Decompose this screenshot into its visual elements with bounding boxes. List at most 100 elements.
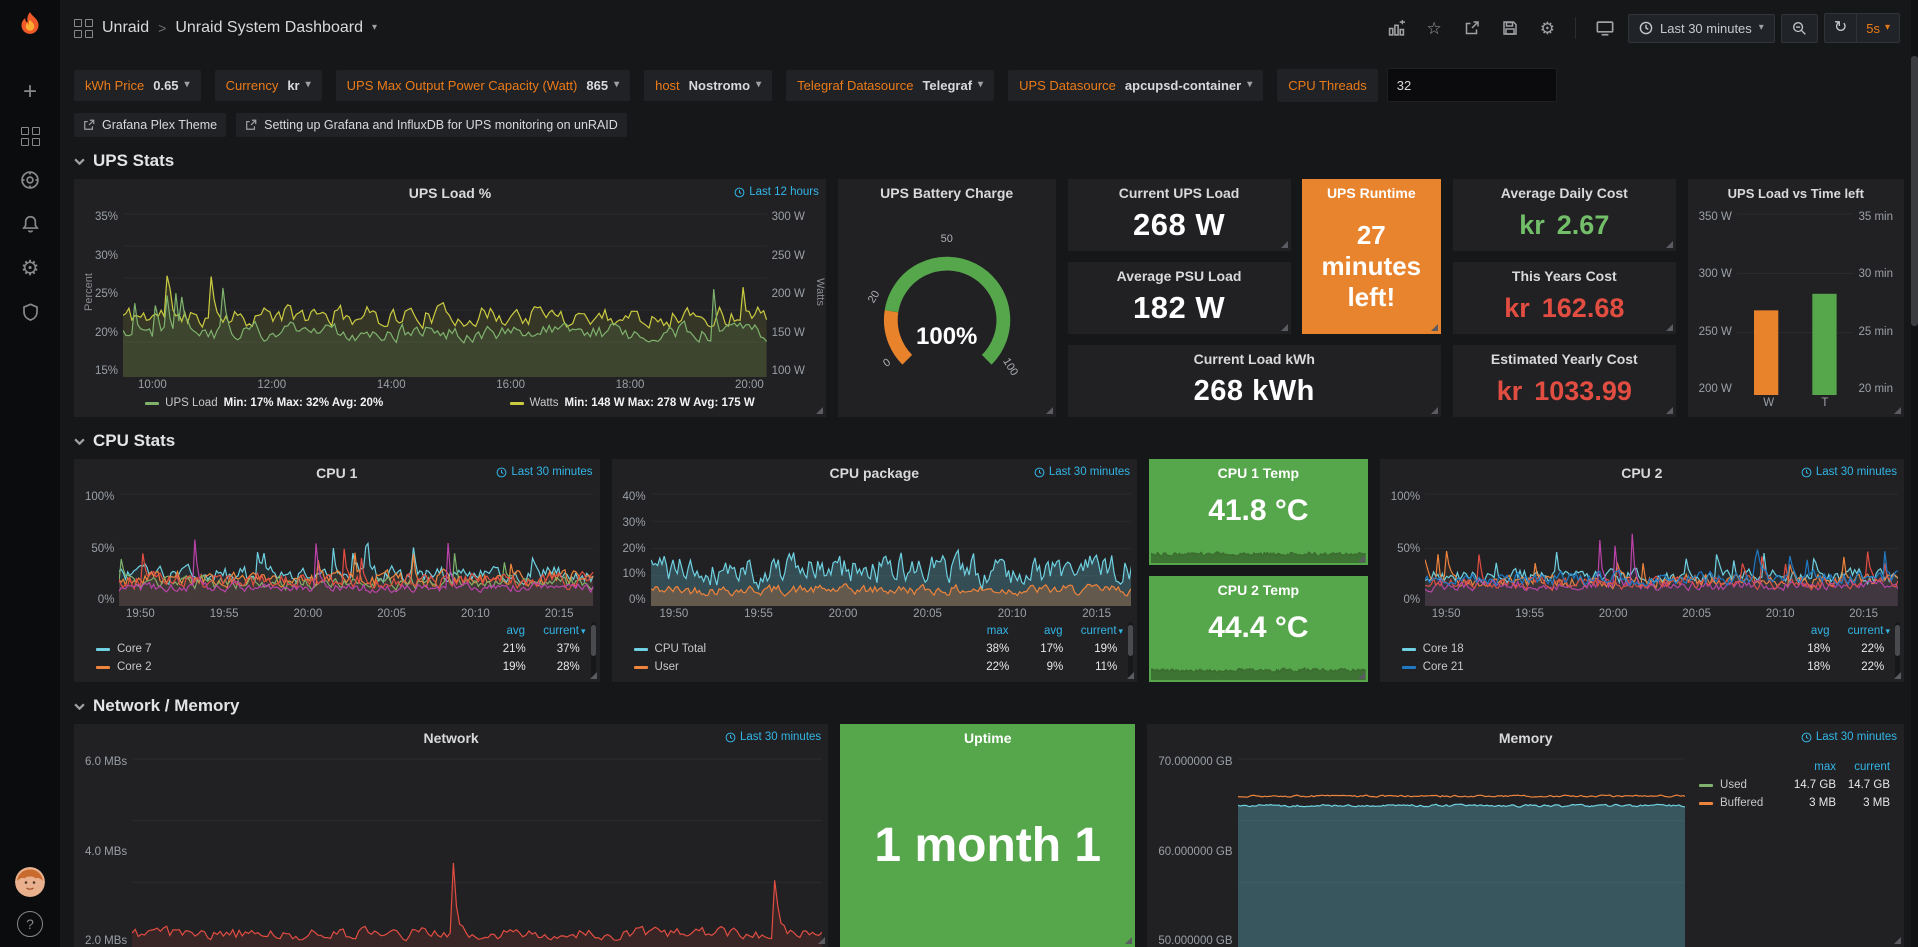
time-badge[interactable]: Last 30 minutes	[496, 466, 592, 478]
panel-header[interactable]: UPS Load % Last 12 hours	[74, 179, 826, 207]
panel-ups-runtime: UPS Runtime 27 minutes left!	[1302, 179, 1441, 334]
panel-cpu-package: CPU package Last 30 minutes 40%30%20%10%…	[612, 459, 1138, 682]
panel-header[interactable]: Memory Last 30 minutes	[1147, 724, 1904, 752]
configuration-gear-icon[interactable]: ⚙	[8, 246, 52, 290]
legend-series[interactable]: Used	[1699, 779, 1782, 791]
stat-value: 268 W	[1133, 207, 1225, 243]
legend-series[interactable]: Core 18	[1402, 643, 1777, 655]
panel-header[interactable]: Current UPS Load	[1068, 179, 1291, 207]
legend-sort-current[interactable]: current	[1063, 625, 1117, 637]
cpu-threads-input[interactable]	[1387, 68, 1557, 102]
dashboard-settings-gear-icon[interactable]: ⚙	[1532, 15, 1563, 42]
legend-sort-avg[interactable]: avg	[1009, 625, 1063, 637]
panel-header[interactable]: CPU 2 Last 30 minutes	[1380, 459, 1904, 487]
legend-row: Core 7 21%37%▾	[96, 640, 586, 658]
time-badge[interactable]: Last 30 minutes	[1034, 466, 1130, 478]
stat-value: kr1033.99	[1497, 376, 1632, 407]
refresh-interval-button[interactable]: 5s ▾	[1857, 14, 1899, 42]
panel-header[interactable]: CPU package Last 30 minutes	[612, 459, 1138, 487]
refresh-interval-label: 5s	[1866, 21, 1880, 36]
legend-sort-current[interactable]: current	[525, 625, 579, 637]
breadcrumb-folder[interactable]: Unraid	[102, 19, 149, 37]
memory-chart[interactable]	[1238, 756, 1685, 947]
cpu1-chart[interactable]	[119, 491, 593, 606]
time-badge[interactable]: Last 30 minutes	[725, 731, 821, 743]
variable-ups-max-output[interactable]: UPS Max Output Power Capacity (Watt) 865…	[336, 70, 630, 101]
legend-sort-current[interactable]: current	[1829, 625, 1883, 637]
cpu-package-chart[interactable]	[651, 491, 1132, 606]
row-toggle-ups-stats[interactable]: UPS Stats	[60, 137, 1918, 179]
time-range-picker[interactable]: Last 30 minutes ▾	[1628, 14, 1775, 43]
y-axis-left: 40%30%20%10%0%	[618, 491, 651, 606]
chevron-down-icon[interactable]: ▾	[372, 23, 377, 33]
legend-series-watts[interactable]: Watts Min: 148 W Max: 278 W Avg: 175 W	[510, 397, 755, 409]
panel-header[interactable]: Network Last 30 minutes	[74, 724, 828, 752]
network-chart[interactable]	[132, 756, 822, 947]
cpu2-chart[interactable]	[1425, 491, 1898, 606]
legend-series[interactable]: Core 2	[96, 661, 472, 673]
dashboard-link[interactable]: Setting up Grafana and InfluxDB for UPS …	[236, 113, 627, 137]
legend-scrollbar[interactable]	[1128, 622, 1133, 678]
legend-series-ups-load[interactable]: UPS Load Min: 17% Max: 32% Avg: 20%	[145, 397, 383, 409]
legend-scrollbar[interactable]	[1895, 622, 1900, 678]
star-icon[interactable]: ☆	[1419, 15, 1450, 42]
row-toggle-cpu-stats[interactable]: CPU Stats	[60, 417, 1918, 459]
ups-load-chart[interactable]	[123, 211, 767, 377]
panel-header[interactable]: UPS Runtime	[1302, 179, 1441, 207]
variable-kwh-price[interactable]: kWh Price 0.65▾	[74, 70, 201, 101]
chevron-down-icon: ▾	[185, 80, 190, 90]
legend-sort-max[interactable]: max	[955, 625, 1009, 637]
add-panel-icon[interactable]	[1380, 15, 1413, 42]
legend-sort-avg[interactable]: avg	[1775, 625, 1829, 637]
chevron-down-icon: ▾	[756, 80, 761, 90]
page-scrollbar[interactable]	[1911, 0, 1918, 947]
legend-series[interactable]: Core 7	[96, 643, 472, 655]
time-badge[interactable]: Last 30 minutes	[1801, 466, 1897, 478]
explore-compass-icon[interactable]	[8, 158, 52, 202]
panel-header[interactable]: Average PSU Load	[1068, 262, 1291, 290]
legend-series[interactable]: Core 21	[1402, 661, 1777, 673]
legend-sort-max[interactable]: max	[1782, 761, 1836, 773]
help-icon[interactable]: ?	[17, 911, 43, 937]
grafana-logo-icon[interactable]	[13, 10, 47, 44]
variable-host[interactable]: host Nostromo▾	[644, 70, 772, 101]
dashboard-link[interactable]: Grafana Plex Theme	[74, 113, 226, 137]
row-toggle-network-memory[interactable]: Network / Memory	[60, 682, 1918, 724]
panel-header[interactable]: CPU 2 Temp	[1149, 576, 1368, 604]
user-avatar[interactable]	[15, 867, 45, 897]
breadcrumb-dashboard-title[interactable]: Unraid System Dashboard	[175, 19, 363, 37]
load-vs-time-chart[interactable]	[1737, 211, 1854, 395]
legend-sort-avg[interactable]: avg	[471, 625, 525, 637]
share-icon[interactable]	[1456, 15, 1488, 41]
panel-header[interactable]: Estimated Yearly Cost	[1453, 345, 1676, 373]
time-badge[interactable]: Last 12 hours	[734, 186, 819, 198]
panel-header[interactable]: Current Load kWh	[1068, 345, 1441, 373]
battery-gauge[interactable]: 0 20 50 100 100%	[862, 235, 1032, 395]
panel-header[interactable]: CPU 1 Temp	[1149, 459, 1368, 487]
legend-scrollbar[interactable]	[591, 622, 596, 678]
panel-header[interactable]: This Years Cost	[1453, 262, 1676, 290]
tv-kiosk-icon[interactable]	[1588, 14, 1622, 42]
variable-currency[interactable]: Currency kr▾	[215, 70, 322, 101]
zoom-out-button[interactable]	[1781, 14, 1818, 43]
variable-telegraf-datasource[interactable]: Telegraf Datasource Telegraf▾	[786, 70, 994, 101]
y-axis-title-left: Percent	[83, 273, 95, 311]
legend-series[interactable]: Buffered	[1699, 797, 1782, 809]
add-icon[interactable]: +	[8, 70, 52, 114]
panel-header[interactable]: Average Daily Cost	[1453, 179, 1676, 207]
server-admin-shield-icon[interactable]	[8, 290, 52, 334]
apps-grid-icon[interactable]	[74, 19, 93, 38]
time-badge[interactable]: Last 30 minutes	[1801, 731, 1897, 743]
legend-series[interactable]: CPU Total	[634, 643, 956, 655]
legend-sort-current[interactable]: current	[1836, 761, 1890, 773]
alerting-bell-icon[interactable]	[8, 202, 52, 246]
panel-header[interactable]: CPU 1 Last 30 minutes	[74, 459, 600, 487]
refresh-button[interactable]: ↻	[1825, 14, 1856, 42]
legend-series[interactable]: User	[634, 661, 956, 673]
panel-header[interactable]: UPS Battery Charge	[838, 179, 1056, 207]
save-icon[interactable]	[1494, 15, 1526, 41]
panel-header[interactable]: Uptime	[840, 724, 1135, 752]
dashboards-icon[interactable]	[8, 114, 52, 158]
variable-ups-datasource[interactable]: UPS Datasource apcupsd-container▾	[1008, 70, 1263, 101]
panel-header[interactable]: UPS Load vs Time left	[1688, 179, 1904, 207]
